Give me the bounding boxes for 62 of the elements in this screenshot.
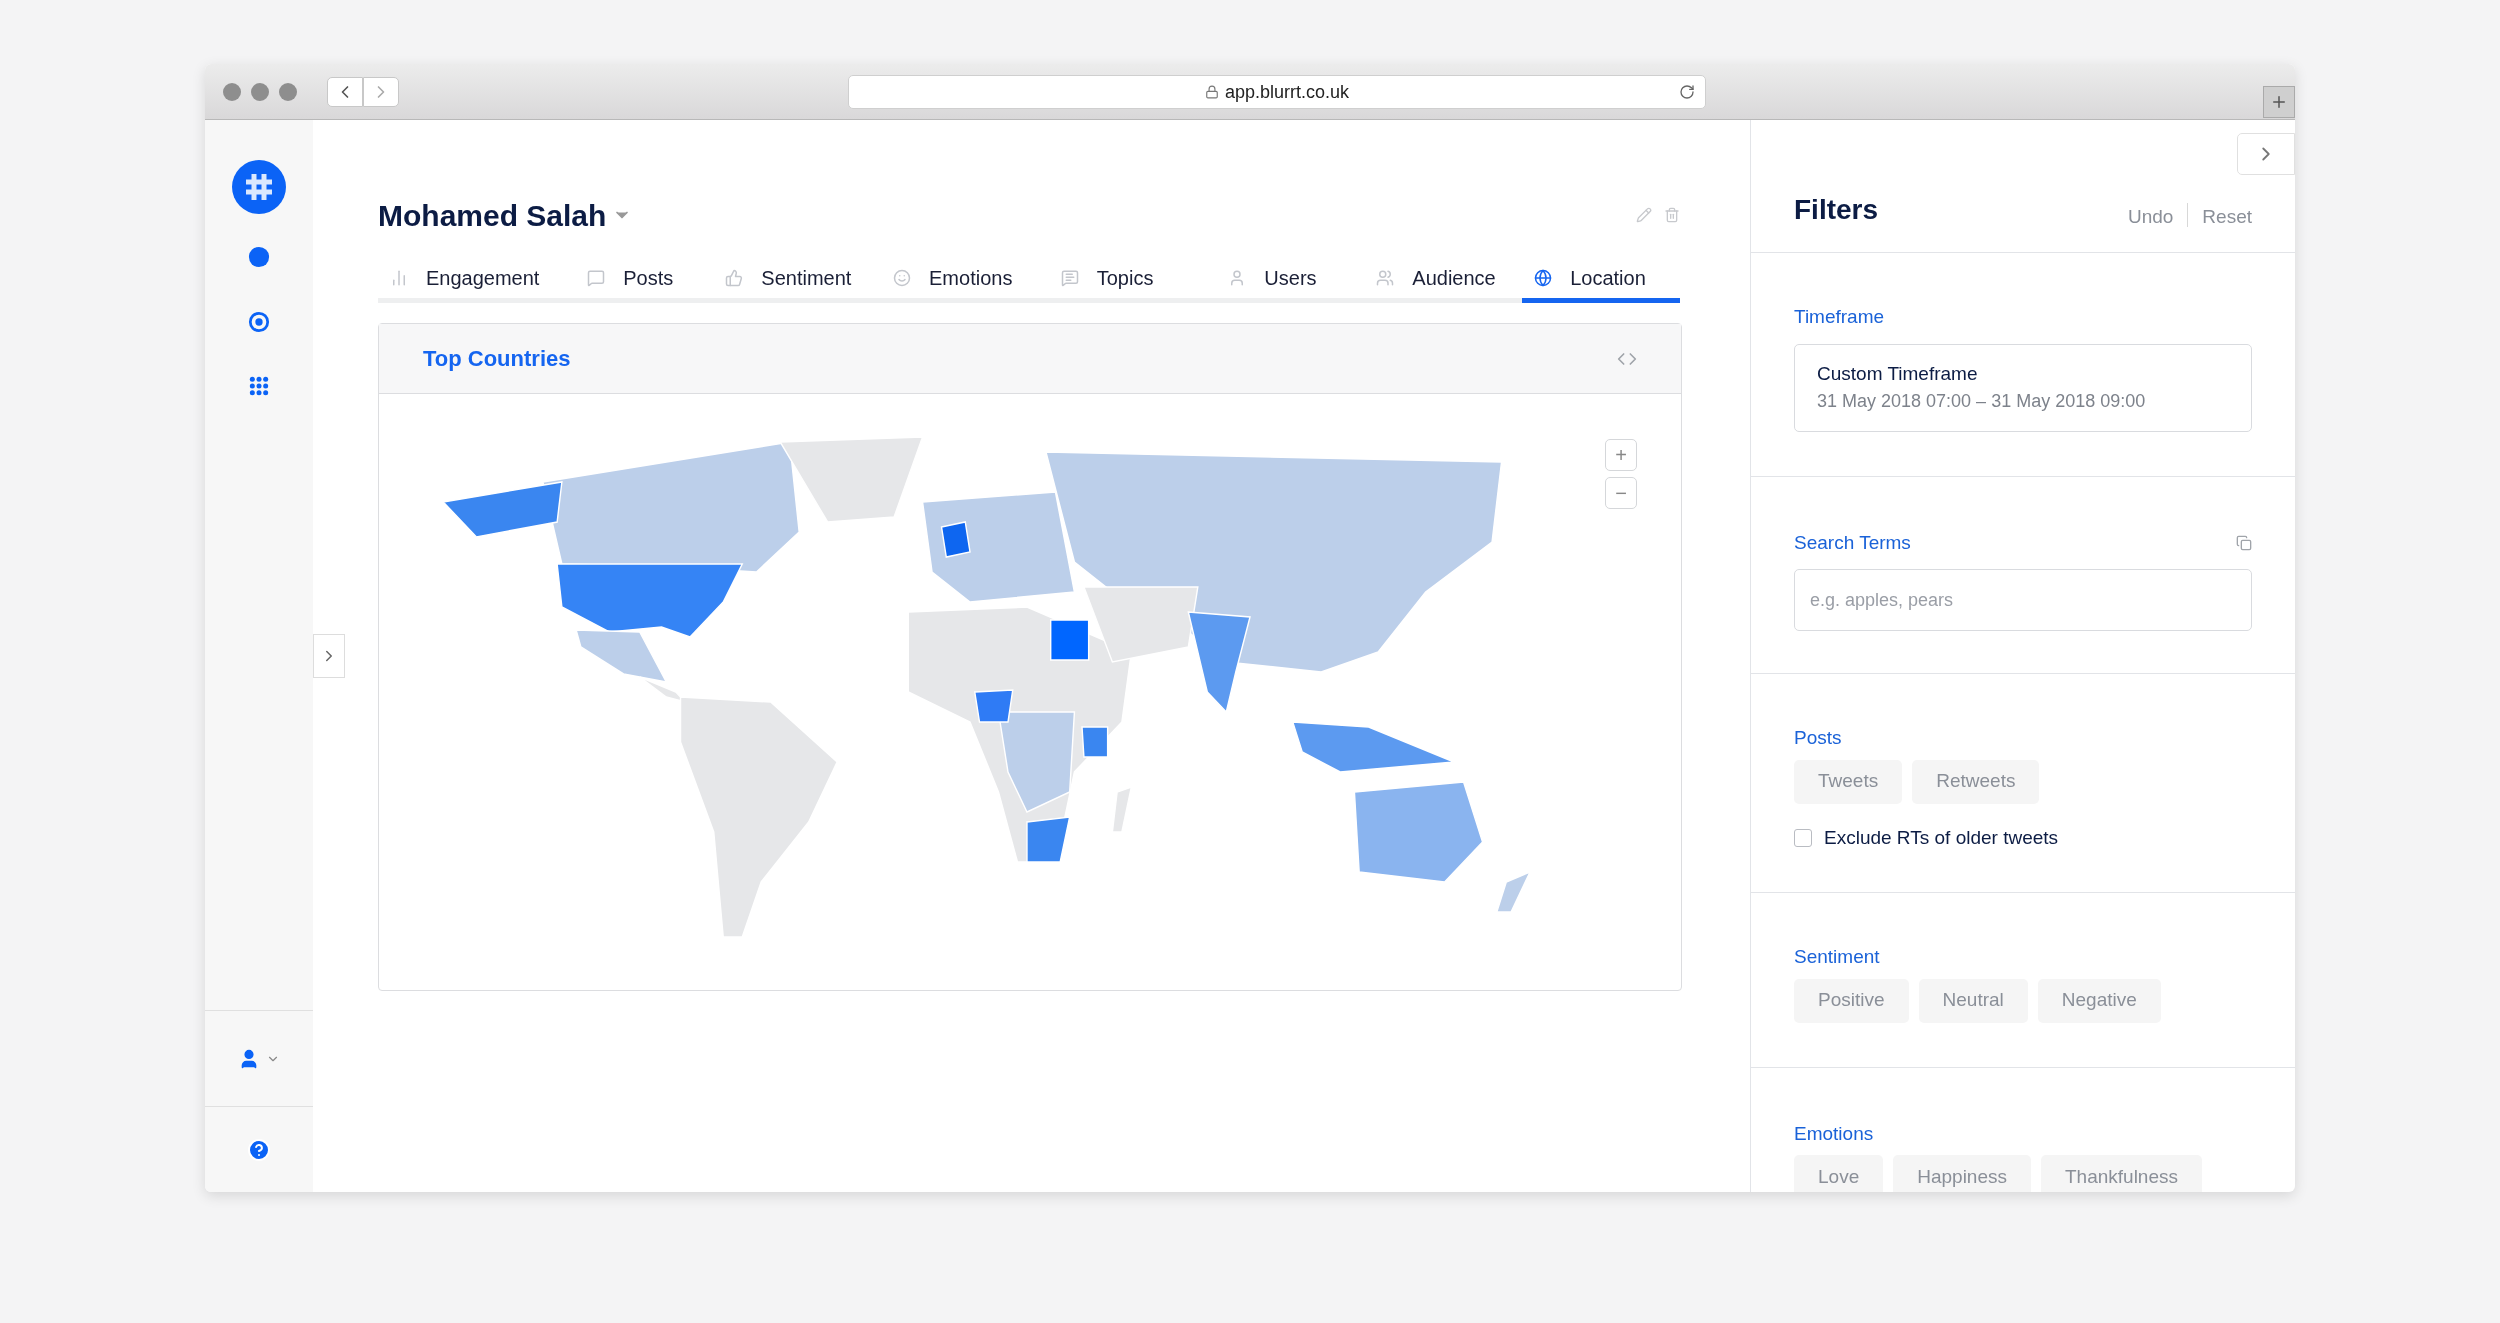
- filter-chip[interactable]: Tweets: [1794, 759, 1903, 804]
- help-icon: [247, 1137, 271, 1162]
- new-tab-button[interactable]: [2263, 86, 2295, 118]
- card-title: Top Countries: [423, 345, 571, 373]
- dot-icon[interactable]: [248, 246, 270, 268]
- tab-icon: [1534, 268, 1553, 287]
- filter-chip[interactable]: Happiness: [1893, 1155, 2031, 1192]
- tab[interactable]: Posts: [575, 257, 714, 303]
- filter-chip[interactable]: Thankfulness: [2041, 1155, 2202, 1192]
- filter-chip[interactable]: Negative: [2037, 978, 2161, 1023]
- collapse-panel-button[interactable]: [2237, 133, 2295, 175]
- tab[interactable]: Sentiment: [713, 257, 881, 303]
- timeframe-range: 31 May 2018 07:00 – 31 May 2018 09:00: [1817, 390, 2147, 414]
- reload-icon: [1679, 84, 1695, 100]
- url-text: app.blurrt.co.uk: [1224, 80, 1350, 104]
- window-minimize-button[interactable]: [251, 82, 269, 101]
- filter-chip[interactable]: Love: [1794, 1155, 1884, 1192]
- filter-action-link[interactable]: Undo: [2127, 202, 2174, 231]
- expand-sidebar-button[interactable]: [313, 634, 345, 678]
- address-bar[interactable]: app.blurrt.co.uk: [848, 75, 1706, 109]
- filter-action-link[interactable]: Reset: [2202, 202, 2252, 231]
- tab-icon: [1376, 268, 1395, 287]
- plus-icon: [2270, 93, 2288, 111]
- tab[interactable]: Location: [1522, 257, 1680, 303]
- filter-chip[interactable]: Positive: [1794, 978, 1909, 1023]
- hashtag-logo-icon[interactable]: [232, 160, 286, 214]
- tab[interactable]: Topics: [1048, 257, 1217, 303]
- lock-icon: [1204, 85, 1219, 99]
- checkbox[interactable]: [1794, 828, 1812, 847]
- page-title: Mohamed Salah: [378, 197, 607, 234]
- window-zoom-button[interactable]: [279, 82, 297, 101]
- tab[interactable]: Users: [1216, 257, 1365, 303]
- tab-icon: [725, 268, 744, 287]
- checkbox-label: Exclude RTs of older tweets: [1824, 825, 2059, 850]
- back-button[interactable]: [327, 76, 363, 107]
- section-label: Search Terms: [1794, 530, 1911, 555]
- tab-icon: [893, 268, 911, 287]
- timeframe-name: Custom Timeframe: [1817, 361, 1979, 386]
- delete-icon: [1664, 207, 1680, 223]
- section-label: Timeframe: [1794, 305, 1886, 329]
- zoom-button[interactable]: −: [1605, 477, 1637, 509]
- section-label: Posts: [1794, 726, 1843, 750]
- filter-chip[interactable]: Neutral: [1918, 978, 2028, 1023]
- tab[interactable]: Audience: [1364, 257, 1523, 303]
- edit-icon: [1636, 207, 1652, 223]
- window-close-button[interactable]: [223, 82, 241, 101]
- tab[interactable]: Engagement: [378, 257, 576, 303]
- search-terms-field[interactable]: e.g. apples, pears: [1794, 569, 2252, 631]
- tab-icon: [1060, 268, 1079, 287]
- section-label: Emotions: [1794, 1121, 1875, 1146]
- grid-icon[interactable]: [249, 376, 269, 396]
- timeframe-selector[interactable]: Custom Timeframe 31 May 2018 07:00 – 31 May 2018 09:00: [1794, 343, 2252, 432]
- copy-icon: [2236, 534, 2252, 551]
- zoom-button[interactable]: +: [1605, 439, 1637, 471]
- forward-button[interactable]: [363, 76, 399, 107]
- tab-icon: [390, 268, 408, 287]
- filter-chip[interactable]: Retweets: [1912, 759, 2040, 804]
- section-label: Sentiment: [1794, 945, 1881, 969]
- filters-title: Filters: [1794, 193, 1879, 227]
- tab[interactable]: Emotions: [881, 257, 1049, 303]
- target-icon[interactable]: [248, 311, 270, 333]
- tab-icon: [587, 268, 606, 287]
